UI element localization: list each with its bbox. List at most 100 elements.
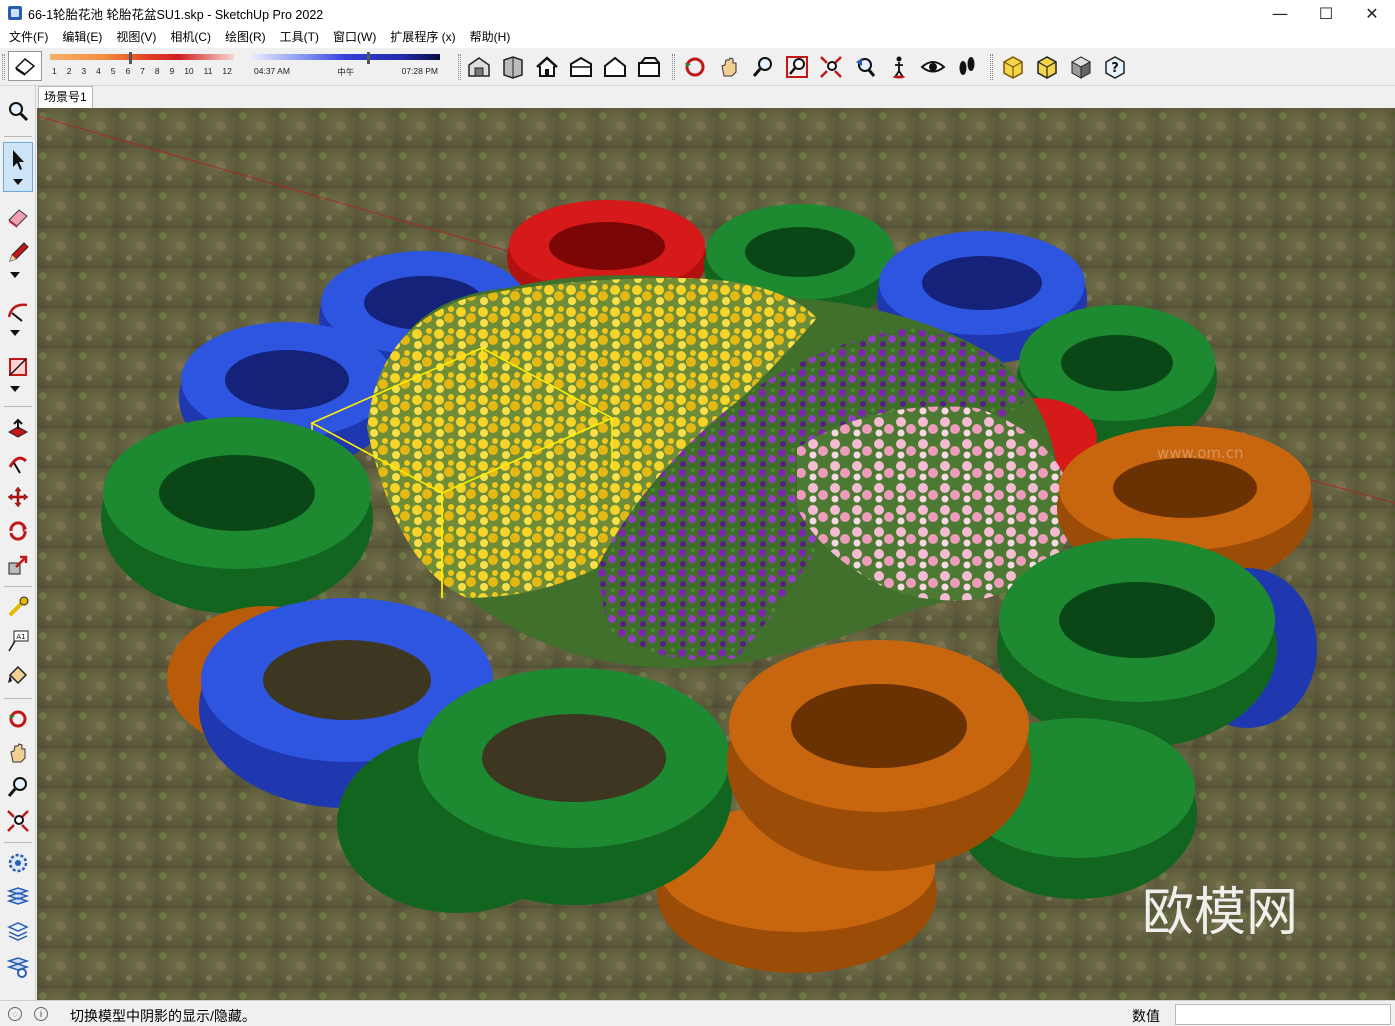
tape-measure-icon[interactable] bbox=[3, 592, 33, 622]
help-icon[interactable]: ? bbox=[1100, 52, 1130, 82]
house-top-icon[interactable] bbox=[566, 52, 596, 82]
scale-icon[interactable] bbox=[3, 550, 33, 580]
watermark-logo-text: 欧模网 bbox=[1142, 883, 1298, 943]
zoom-icon[interactable] bbox=[748, 52, 778, 82]
svg-text:A1: A1 bbox=[16, 633, 25, 641]
menu-edit[interactable]: 编辑(E) bbox=[55, 26, 109, 48]
warehouse-gear-icon[interactable] bbox=[3, 848, 33, 878]
month-label: 4 bbox=[96, 66, 101, 76]
menu-window[interactable]: 窗口(W) bbox=[326, 26, 383, 48]
eraser-icon[interactable] bbox=[3, 202, 33, 232]
menu-file[interactable]: 文件(F) bbox=[2, 26, 55, 48]
orbit-icon[interactable] bbox=[3, 704, 33, 734]
pan-icon[interactable] bbox=[3, 738, 33, 768]
month-label: 5 bbox=[110, 66, 116, 76]
shaded-icon[interactable] bbox=[1066, 52, 1096, 82]
move-icon[interactable] bbox=[3, 482, 33, 512]
menu-bar: 文件(F) 编辑(E) 视图(V) 相机(C) 绘图(R) 工具(T) 窗口(W… bbox=[0, 26, 1395, 48]
shadow-toggle-button[interactable] bbox=[8, 51, 42, 81]
scene-tab-strip: 场景号1 bbox=[36, 86, 1395, 108]
previous-view-icon[interactable] bbox=[850, 52, 880, 82]
month-slider[interactable]: 1 2 3 4 5 6 7 8 9 10 11 12 bbox=[48, 52, 236, 80]
dropdown-arrow-icon[interactable] bbox=[10, 386, 20, 392]
watermark-url-text: www.om.cn bbox=[1157, 444, 1244, 462]
menu-help[interactable]: 帮助(H) bbox=[463, 26, 518, 48]
divider bbox=[4, 698, 32, 699]
tire-orange-bottom[interactable] bbox=[727, 640, 1031, 871]
title-bar: 66-1轮胎花池 轮胎花盆SU1.skp - SketchUp Pro 2022… bbox=[0, 0, 1395, 26]
divider bbox=[4, 406, 32, 407]
scene-tab-1[interactable]: 场景号1 bbox=[38, 86, 93, 108]
info-icon[interactable]: i bbox=[34, 1007, 48, 1021]
tire-green-bottom[interactable] bbox=[416, 668, 732, 905]
toolbar-grip[interactable] bbox=[458, 54, 461, 80]
month-label: 6 bbox=[125, 66, 131, 76]
menu-camera[interactable]: 相机(C) bbox=[163, 26, 218, 48]
month-labels: 1 2 3 4 5 6 7 8 9 10 11 12 bbox=[48, 66, 236, 76]
month-label: 10 bbox=[184, 66, 194, 76]
search-icon[interactable] bbox=[3, 96, 33, 126]
month-label: 9 bbox=[169, 66, 175, 76]
toolbar-grip[interactable] bbox=[672, 54, 675, 80]
text-tool-icon[interactable]: A1 bbox=[3, 626, 33, 656]
model-viewport[interactable]: 欧模网 www.om.cn bbox=[37, 108, 1395, 1000]
month-label: 8 bbox=[154, 66, 160, 76]
divider bbox=[4, 586, 32, 587]
house-icon[interactable] bbox=[532, 52, 562, 82]
time-slider-thumb[interactable] bbox=[366, 52, 370, 64]
component-icon[interactable] bbox=[498, 52, 528, 82]
pan-icon[interactable] bbox=[714, 52, 744, 82]
svg-text:?: ? bbox=[1111, 61, 1119, 76]
zoom-extents-icon[interactable] bbox=[3, 806, 33, 836]
minimize-button[interactable]: — bbox=[1257, 0, 1303, 26]
pencil-icon[interactable] bbox=[3, 238, 33, 268]
zoom-extents-icon[interactable] bbox=[816, 52, 846, 82]
walk-icon[interactable] bbox=[952, 52, 982, 82]
month-label: 2 bbox=[66, 66, 72, 76]
dropdown-arrow-icon[interactable] bbox=[10, 272, 20, 278]
extension-warehouse-icon[interactable] bbox=[3, 882, 33, 912]
zoom-icon[interactable] bbox=[3, 772, 33, 802]
rectangle-icon[interactable] bbox=[3, 352, 33, 382]
warehouse-icon[interactable] bbox=[464, 52, 494, 82]
rotate-icon[interactable] bbox=[3, 516, 33, 546]
orbit-icon[interactable] bbox=[680, 52, 710, 82]
close-button[interactable]: ✕ bbox=[1349, 0, 1395, 26]
maximize-button[interactable]: ☐ bbox=[1303, 0, 1349, 26]
menu-view[interactable]: 视图(V) bbox=[109, 26, 163, 48]
measurements-input[interactable] bbox=[1175, 1004, 1391, 1025]
status-bar: ◌ i 切换模型中阴影的显示/隐藏。 数值 bbox=[0, 1000, 1395, 1026]
toolbar-grip[interactable] bbox=[2, 54, 5, 80]
back-edges-icon[interactable] bbox=[1032, 52, 1062, 82]
menu-draw[interactable]: 绘图(R) bbox=[218, 26, 273, 48]
house-front-icon[interactable] bbox=[600, 52, 630, 82]
xray-icon[interactable] bbox=[998, 52, 1028, 82]
position-camera-icon[interactable] bbox=[884, 52, 914, 82]
zoom-window-icon[interactable] bbox=[782, 52, 812, 82]
extension-manager-icon[interactable] bbox=[3, 952, 33, 982]
month-label: 12 bbox=[222, 66, 232, 76]
time-labels: 04:37 AM 中午 07:28 PM bbox=[250, 66, 442, 78]
time-end-label: 07:28 PM bbox=[401, 66, 438, 76]
paint-bucket-icon[interactable] bbox=[3, 660, 33, 690]
layers-icon[interactable] bbox=[3, 916, 33, 946]
month-label: 7 bbox=[140, 66, 145, 76]
follow-me-icon[interactable] bbox=[3, 448, 33, 478]
menu-tools[interactable]: 工具(T) bbox=[273, 26, 326, 48]
tire-green-right-front[interactable] bbox=[997, 538, 1277, 748]
month-slider-thumb[interactable] bbox=[128, 52, 132, 64]
select-tool-button[interactable] bbox=[3, 142, 33, 192]
toolbar-grip[interactable] bbox=[990, 54, 993, 80]
arc-icon[interactable] bbox=[3, 296, 33, 326]
menu-extensions[interactable]: 扩展程序 (x) bbox=[383, 26, 462, 48]
tire-green-left[interactable] bbox=[101, 417, 373, 614]
geolocation-icon[interactable]: ◌ bbox=[8, 1007, 22, 1021]
left-toolbar: A1 bbox=[0, 86, 36, 1000]
time-slider[interactable]: 04:37 AM 中午 07:28 PM bbox=[250, 52, 442, 80]
window-title: 66-1轮胎花池 轮胎花盆SU1.skp - SketchUp Pro 2022 bbox=[28, 7, 324, 22]
look-around-icon[interactable] bbox=[918, 52, 948, 82]
house-side-icon[interactable] bbox=[634, 52, 664, 82]
month-label: 1 bbox=[52, 66, 57, 76]
push-pull-icon[interactable] bbox=[3, 414, 33, 444]
dropdown-arrow-icon[interactable] bbox=[10, 330, 20, 336]
